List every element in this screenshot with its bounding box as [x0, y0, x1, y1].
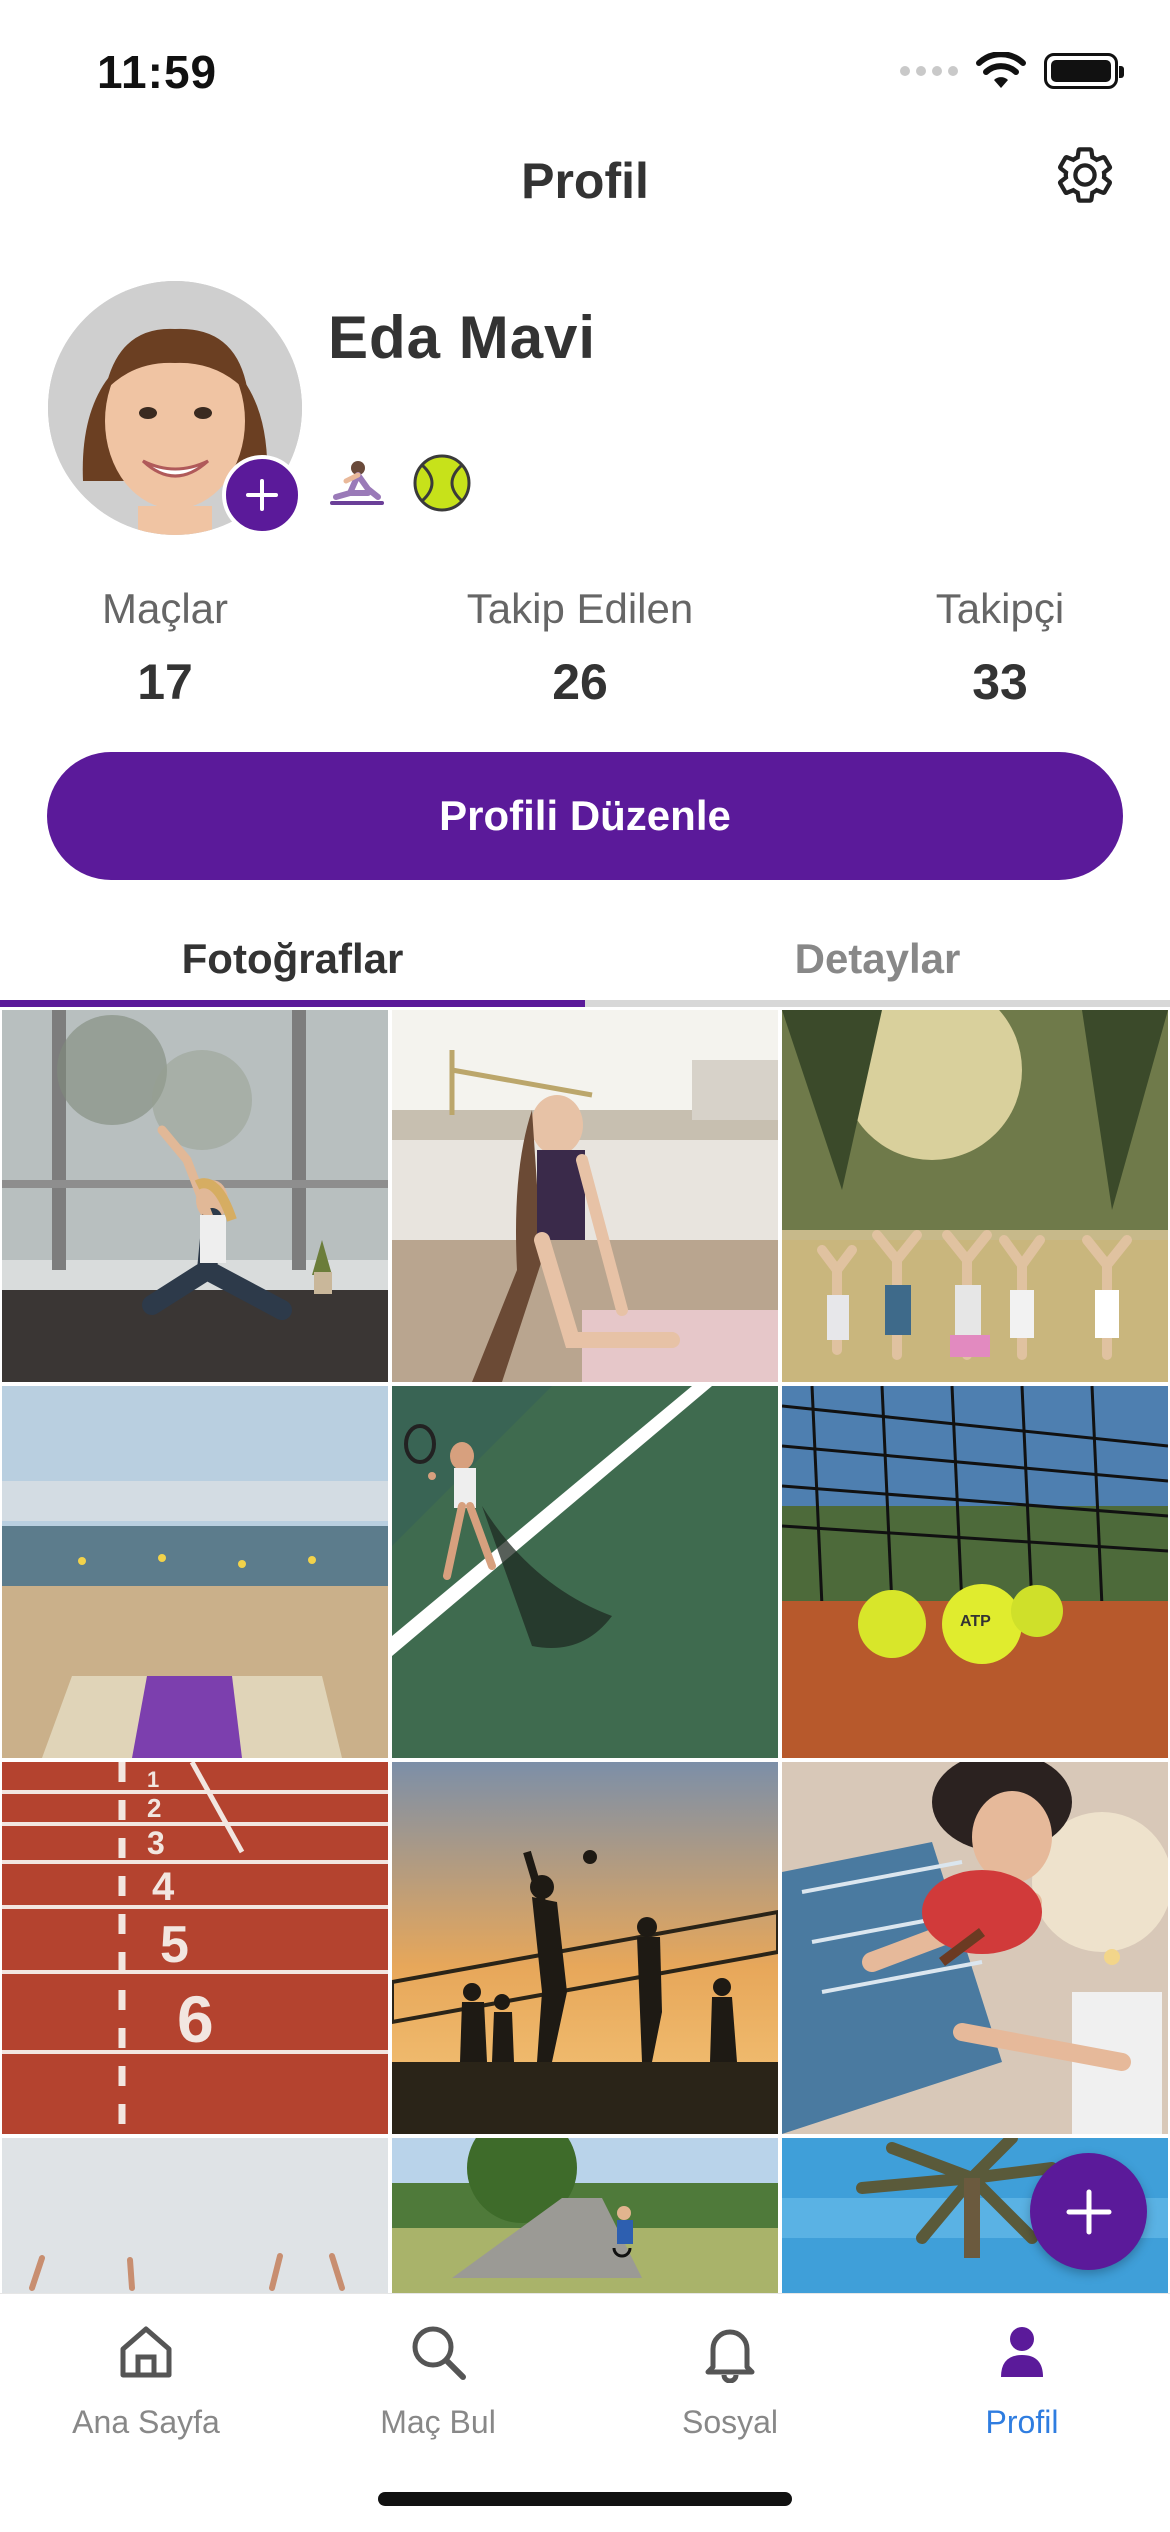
- person-icon: [1001, 2327, 1043, 2377]
- road-cyclist-photo[interactable]: [392, 2138, 778, 2293]
- stats-row: Maçlar 17 Takip Edilen 26 Takipçi 33: [0, 585, 1170, 715]
- table-tennis-photo[interactable]: [782, 1762, 1168, 2134]
- tab-photos[interactable]: Fotoğraflar: [0, 925, 585, 1007]
- bell-icon: [705, 2329, 755, 2383]
- stat-followers[interactable]: Takipçi 33: [900, 585, 1100, 711]
- plus-icon: [246, 479, 278, 511]
- add-photo-button[interactable]: [222, 455, 302, 535]
- nav-profile-label: Profil: [985, 2404, 1059, 2440]
- nav-home[interactable]: Ana Sayfa: [0, 2314, 292, 2441]
- svg-text:ATP: ATP: [960, 1613, 991, 1630]
- home-icon: [120, 2326, 172, 2378]
- beach-yoga-mat-photo[interactable]: [2, 1386, 388, 1758]
- stat-label: Takip Edilen: [466, 585, 694, 632]
- svg-text:2: 2: [147, 1793, 161, 1823]
- nav-header: Profil: [0, 140, 1170, 230]
- profile-tabs: Fotoğraflar Detaylar: [0, 925, 1170, 1007]
- yoga-waterfront-photo[interactable]: [392, 1010, 778, 1382]
- status-icons: [900, 52, 1124, 90]
- add-post-fab[interactable]: [1030, 2153, 1147, 2270]
- nav-profile[interactable]: Profil: [876, 2314, 1168, 2441]
- stat-label: Maçlar: [101, 585, 229, 632]
- tab-details[interactable]: Detaylar: [585, 925, 1170, 1007]
- stat-following[interactable]: Takip Edilen 26: [430, 585, 730, 711]
- tennis-player-aerial-photo[interactable]: [392, 1386, 778, 1758]
- stat-label: Takipçi: [935, 585, 1065, 632]
- battery-icon: [1044, 53, 1124, 89]
- search-icon: [412, 2326, 466, 2380]
- tennis-balls-clay-photo[interactable]: ATP: [782, 1386, 1168, 1758]
- tab-active-indicator: [0, 1000, 585, 1007]
- stat-value: 17: [137, 654, 193, 710]
- beach-volleyball-sunset-photo[interactable]: [392, 1762, 778, 2134]
- edit-profile-button[interactable]: Profili Düzenle: [47, 752, 1123, 880]
- profile-name: Eda Mavi: [328, 304, 597, 371]
- nav-find-match-label: Maç Bul: [380, 2404, 496, 2440]
- nav-find-match[interactable]: Maç Bul: [292, 2314, 584, 2441]
- settings-button[interactable]: [1050, 140, 1120, 210]
- profile-section: Eda Mavi: [0, 275, 1170, 545]
- cellular-signal-icon: [900, 66, 958, 76]
- wifi-icon: [976, 52, 1026, 88]
- svg-text:4: 4: [152, 1865, 175, 1909]
- yoga-icon: [330, 461, 384, 505]
- svg-text:6: 6: [177, 1982, 214, 2056]
- sport-icons: [328, 453, 472, 513]
- nav-social-label: Sosyal: [681, 2404, 779, 2440]
- yoga-studio-photo[interactable]: [2, 1010, 388, 1382]
- stat-value: 33: [972, 654, 1028, 710]
- plus-icon: [1066, 2189, 1111, 2234]
- svg-text:1: 1: [147, 1767, 159, 1792]
- running-track-photo[interactable]: 1 2 3 4 5 6: [2, 1762, 388, 2134]
- home-indicator: [378, 2492, 792, 2506]
- avatar-container: [48, 281, 302, 535]
- gear-icon: [1057, 147, 1113, 203]
- photo-grid: ATP 1 2 3 4 5 6: [0, 1008, 1170, 2293]
- page-title: Profil: [521, 153, 649, 209]
- status-bar: 11:59: [0, 0, 1170, 140]
- status-time: 11:59: [97, 46, 218, 98]
- svg-text:5: 5: [160, 1916, 189, 1974]
- tennis-ball-icon: [413, 454, 471, 512]
- group-yoga-photo[interactable]: [782, 1010, 1168, 1382]
- stat-value: 26: [552, 654, 608, 710]
- sky-hands-photo[interactable]: [2, 2138, 388, 2293]
- stat-matches[interactable]: Maçlar 17: [60, 585, 270, 711]
- svg-text:3: 3: [147, 1825, 165, 1861]
- nav-social[interactable]: Sosyal: [584, 2314, 876, 2441]
- nav-home-label: Ana Sayfa: [72, 2404, 220, 2440]
